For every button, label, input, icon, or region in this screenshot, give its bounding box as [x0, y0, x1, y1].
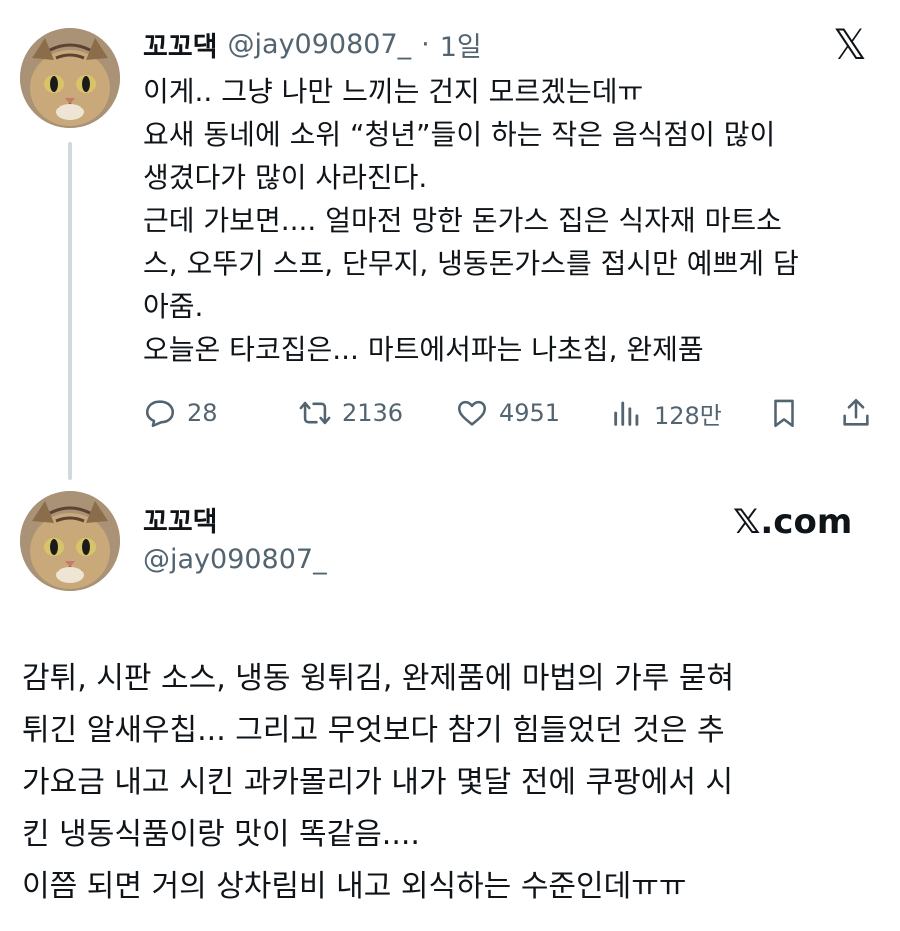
tweet-line: 이쯤 되면 거의 상차림비 내고 외식하는 수준인데ㅠㅠ [22, 869, 687, 904]
thread-line [68, 142, 72, 480]
tweet-line: 생겼다가 많이 사라진다. [143, 161, 428, 194]
display-name[interactable]: 꼬꼬댁 [143, 500, 218, 539]
retweet-button[interactable]: 2136 [298, 393, 403, 433]
views-icon [614, 401, 639, 426]
display-name[interactable]: 꼬꼬댁 [143, 25, 218, 64]
tweet-header: 꼬꼬댁 @jay090807_ · 1일 [143, 25, 482, 64]
bookmark-button[interactable] [767, 393, 801, 433]
bookmark-icon [774, 399, 794, 428]
views-button[interactable]: 128만 [610, 393, 722, 433]
share-button[interactable] [839, 393, 873, 433]
tweet-line: 가요금 내고 시킨 과카몰리가 내가 몇달 전에 쿠팡에서 시 [22, 765, 734, 800]
tweet-line: 근데 가보면.... 얼마전 망한 돈가스 집은 식자재 마트소 [143, 204, 782, 237]
x-logo-icon[interactable]: 𝕏 [833, 24, 867, 66]
tweet-line: 아줌. [143, 290, 204, 323]
tweet-line: 킨 냉동식품이랑 맛이 똑같음.... [22, 817, 420, 852]
user-handle[interactable]: @jay090807_ [143, 544, 327, 575]
separator-dot: · [421, 28, 430, 60]
timestamp[interactable]: 1일 [440, 25, 482, 64]
retweet-count: 2136 [342, 399, 404, 427]
reply-icon [145, 400, 175, 428]
tweet-line: 이게.. 그냥 나만 느끼는 건지 모르겠는데ㅠ [143, 75, 644, 108]
x-com-watermark: 𝕏.com [733, 502, 853, 542]
tweet-line: 튀긴 알새우칩... 그리고 무엇보다 참기 힘들었던 것은 추 [22, 713, 725, 748]
tweet-text: 감튀, 시판 소스, 냉동 윙튀김, 완제품에 마법의 가루 묻혀 튀긴 알새우… [22, 653, 882, 913]
user-handle[interactable]: @jay090807_ [228, 29, 412, 60]
like-button[interactable]: 4951 [455, 393, 560, 433]
cat-avatar-icon [20, 28, 120, 128]
avatar[interactable] [20, 491, 120, 591]
cat-avatar-icon [20, 491, 120, 591]
retweet-icon [299, 401, 331, 425]
tweet-line: 요새 동네에 소위 “청년”들이 하는 작은 음식점이 많이 [143, 118, 776, 151]
tweet-line: 감튀, 시판 소스, 냉동 윙튀김, 완제품에 마법의 가루 묻혀 [22, 661, 735, 696]
reply-button[interactable]: 28 [143, 393, 218, 433]
avatar[interactable] [20, 28, 120, 128]
like-icon [457, 400, 487, 426]
action-bar: 28 2136 4951 128만 [143, 393, 883, 433]
tweet-line: 스, 오뚜기 스프, 단무지, 냉동돈가스를 접시만 예쁘게 담 [143, 247, 799, 280]
views-count: 128만 [654, 401, 722, 430]
like-count: 4951 [499, 399, 561, 427]
tweet-line: 오늘온 타코집은... 마트에서파는 나초칩, 완제품 [143, 333, 704, 366]
share-icon [843, 398, 869, 426]
tweet-text: 이게.. 그냥 나만 느끼는 건지 모르겠는데ㅠ 요새 동네에 소위 “청년”들… [143, 70, 878, 371]
reply-count: 28 [187, 399, 218, 427]
